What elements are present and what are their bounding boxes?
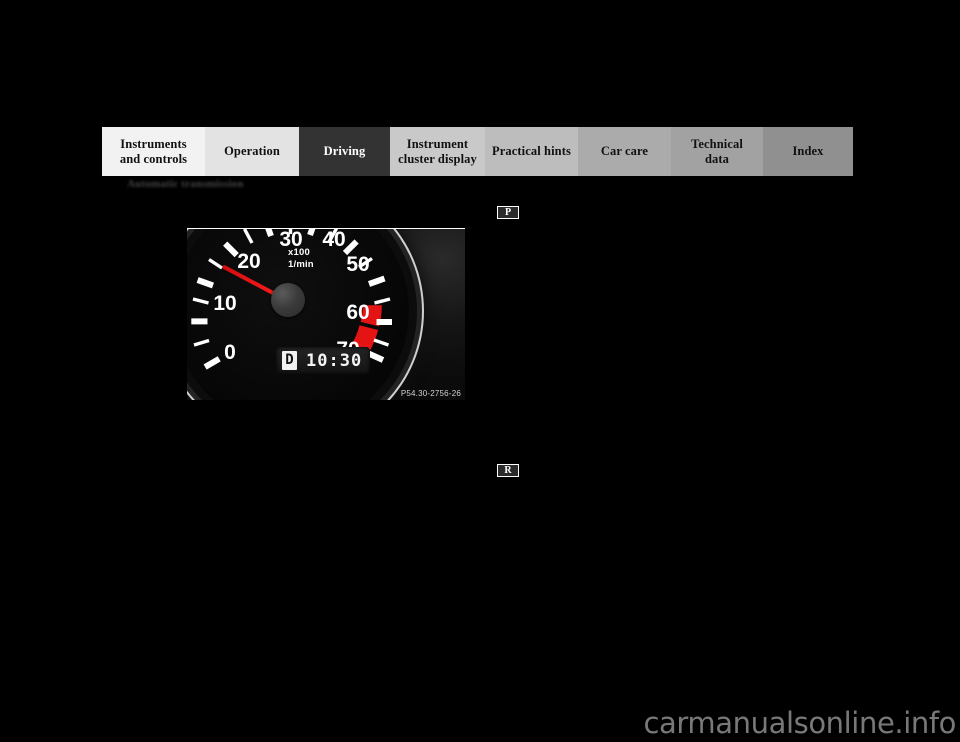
- tab-label-line1: Driving: [323, 144, 366, 159]
- document-page: Instruments and controls Operation Drivi…: [0, 0, 960, 742]
- gauge-unit-label: x100 1/min: [288, 247, 314, 271]
- instrument-lcd-display: D 10:30: [276, 347, 370, 374]
- tab-label-line2: cluster display: [398, 151, 477, 166]
- tab-index[interactable]: Index: [763, 127, 853, 176]
- gauge-tick-label-10: 10: [213, 292, 236, 315]
- gauge-tick-label-0: 0: [224, 341, 236, 364]
- gauge-tick-label-20: 20: [237, 250, 260, 273]
- tab-operation[interactable]: Operation: [205, 127, 299, 176]
- gauge-tick-label-60: 60: [346, 301, 369, 324]
- section-heading: Automatic transmission: [127, 178, 244, 190]
- tab-label-line1: Practical hints: [492, 144, 571, 159]
- lcd-gear-indicator: D: [282, 351, 297, 370]
- tab-label-line1: Index: [792, 144, 824, 159]
- gear-badge-p: P: [497, 206, 519, 219]
- tab-practical-hints[interactable]: Practical hints: [485, 127, 578, 176]
- tab-car-care[interactable]: Car care: [578, 127, 671, 176]
- tab-label-line1: Car care: [600, 144, 649, 159]
- tab-label-line1: Instruments: [120, 136, 187, 151]
- figure-reference-number: P54.30-2756-26: [400, 389, 461, 398]
- gauge-tick-label-50: 50: [346, 253, 369, 276]
- tab-label-line2: data: [704, 151, 729, 166]
- chapter-tab-bar: Instruments and controls Operation Drivi…: [102, 127, 853, 176]
- gear-badge-r: R: [497, 464, 519, 477]
- tab-driving[interactable]: Driving: [299, 127, 390, 176]
- tab-instruments-and-controls[interactable]: Instruments and controls: [102, 127, 205, 176]
- tab-technical-data[interactable]: Technical data: [671, 127, 763, 176]
- gauge-unit-line1: x100: [288, 247, 310, 258]
- gauge-tick-label-40: 40: [322, 228, 345, 251]
- site-watermark: carmanualsonline.info: [643, 706, 956, 740]
- tab-label-line1: Technical: [691, 136, 743, 151]
- tab-label-line1: Operation: [224, 144, 280, 159]
- gauge-unit-line2: 1/min: [288, 259, 314, 270]
- figure-tachometer: 0 10 20 30 40 50 60 70 x100 1/min D 10:3…: [187, 228, 465, 400]
- tab-label-line1: Instrument: [406, 136, 469, 151]
- tab-label-line2: and controls: [119, 151, 188, 166]
- lcd-clock: 10:30: [306, 350, 363, 371]
- tab-instrument-cluster-display[interactable]: Instrument cluster display: [390, 127, 485, 176]
- gauge-center-hub: [271, 283, 305, 317]
